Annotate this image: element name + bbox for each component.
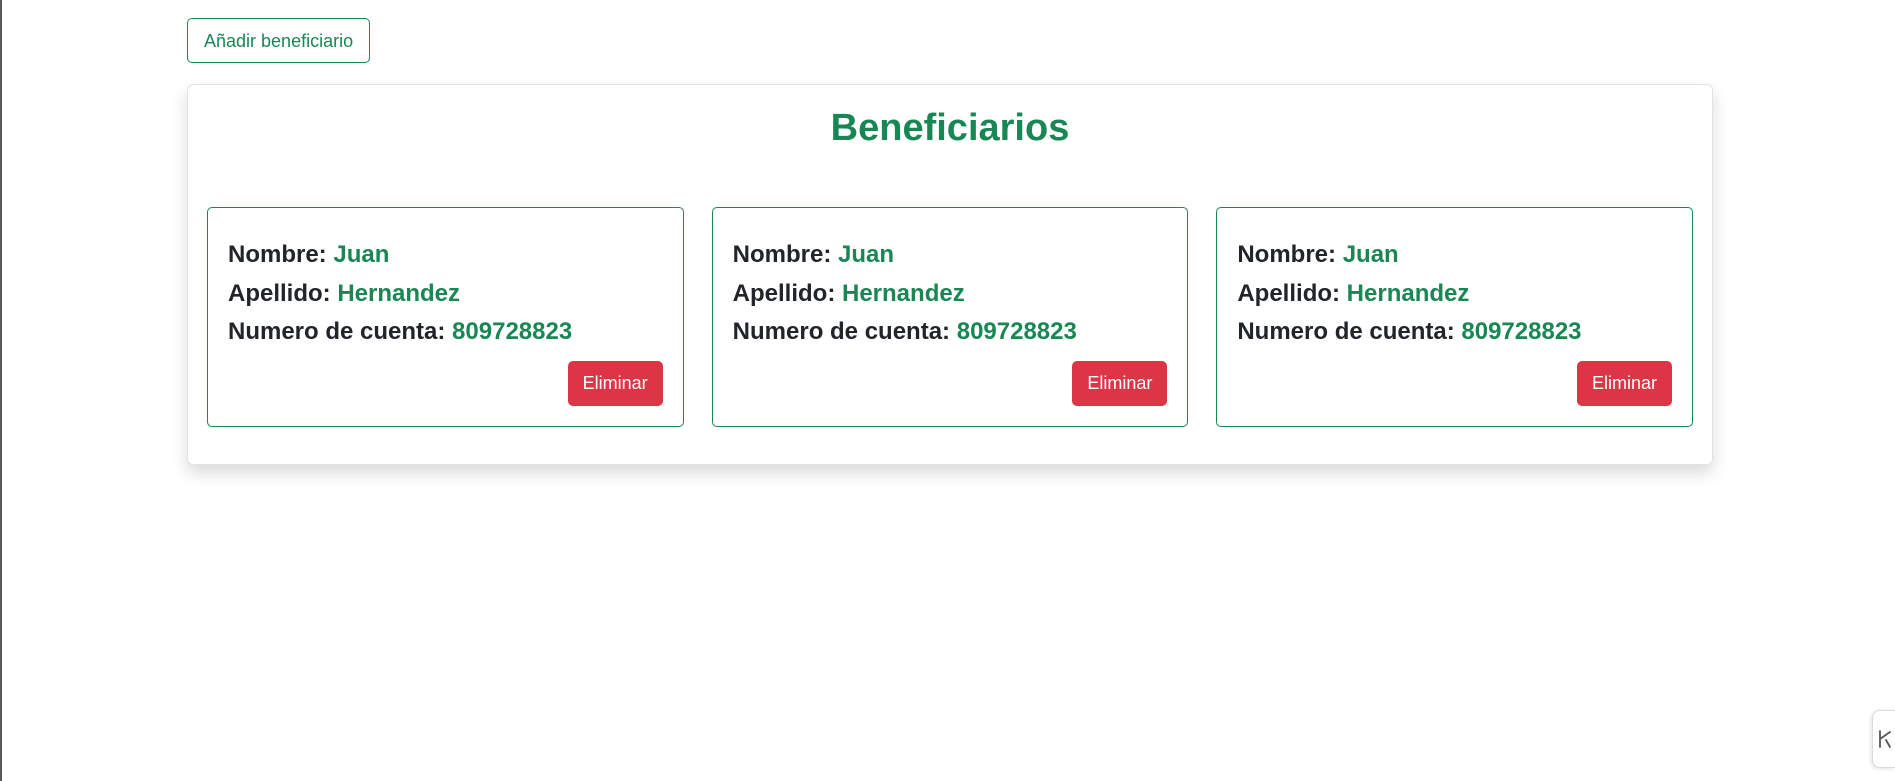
side-widget-tab[interactable] bbox=[1872, 710, 1895, 768]
beneficiaries-panel: Beneficiarios Nombre: Juan Apellido: Her… bbox=[187, 84, 1713, 465]
account-row: Numero de cuenta: 809728823 bbox=[1237, 313, 1672, 352]
name-value: Juan bbox=[838, 241, 895, 268]
surname-row: Apellido: Hernandez bbox=[1237, 275, 1672, 314]
name-value: Juan bbox=[1342, 241, 1399, 268]
surname-value: Hernandez bbox=[842, 279, 965, 307]
delete-button[interactable]: Eliminar bbox=[1072, 361, 1168, 406]
surname-value: Hernandez bbox=[1346, 279, 1470, 307]
name-row: Nombre: Juan bbox=[1237, 236, 1672, 275]
account-label: Numero de cuenta: bbox=[1237, 318, 1455, 345]
beneficiary-card: Nombre: Juan Apellido: Hernandez Numero … bbox=[711, 207, 1189, 427]
surname-label: Apellido: bbox=[732, 279, 836, 307]
account-value: 809728823 bbox=[452, 318, 573, 345]
delete-button[interactable]: Eliminar bbox=[567, 361, 663, 406]
beneficiary-card: Nombre: Juan Apellido: Hernandez Numero … bbox=[207, 207, 684, 427]
surname-label: Apellido: bbox=[228, 279, 331, 307]
panel-title: Beneficiarios bbox=[830, 107, 1070, 149]
name-row: Nombre: Juan bbox=[733, 236, 1168, 275]
add-beneficiary-button[interactable]: Añadir beneficiario bbox=[187, 18, 371, 63]
account-row: Numero de cuenta: 809728823 bbox=[733, 313, 1168, 352]
name-label: Nombre: bbox=[228, 241, 327, 268]
account-label: Numero de cuenta: bbox=[732, 318, 951, 345]
name-value: Juan bbox=[333, 241, 390, 268]
page-container: Añadir beneficiario Beneficiarios Nombre… bbox=[187, 18, 1713, 465]
account-value: 809728823 bbox=[1461, 318, 1582, 345]
name-row: Nombre: Juan bbox=[228, 236, 663, 275]
surname-label: Apellido: bbox=[1237, 279, 1340, 307]
beneficiary-card: Nombre: Juan Apellido: Hernandez Numero … bbox=[1216, 207, 1694, 427]
name-label: Nombre: bbox=[1237, 241, 1337, 268]
window-left-border bbox=[0, 0, 2, 781]
account-row: Numero de cuenta: 809728823 bbox=[228, 313, 663, 352]
name-label: Nombre: bbox=[732, 241, 832, 268]
delete-button[interactable]: Eliminar bbox=[1577, 361, 1673, 406]
beneficiary-card-list: Nombre: Juan Apellido: Hernandez Numero … bbox=[207, 207, 1694, 427]
account-value: 809728823 bbox=[956, 318, 1077, 345]
surname-row: Apellido: Hernandez bbox=[733, 275, 1168, 314]
surname-value: Hernandez bbox=[337, 279, 461, 307]
surname-row: Apellido: Hernandez bbox=[228, 275, 663, 314]
account-label: Numero de cuenta: bbox=[228, 318, 446, 345]
